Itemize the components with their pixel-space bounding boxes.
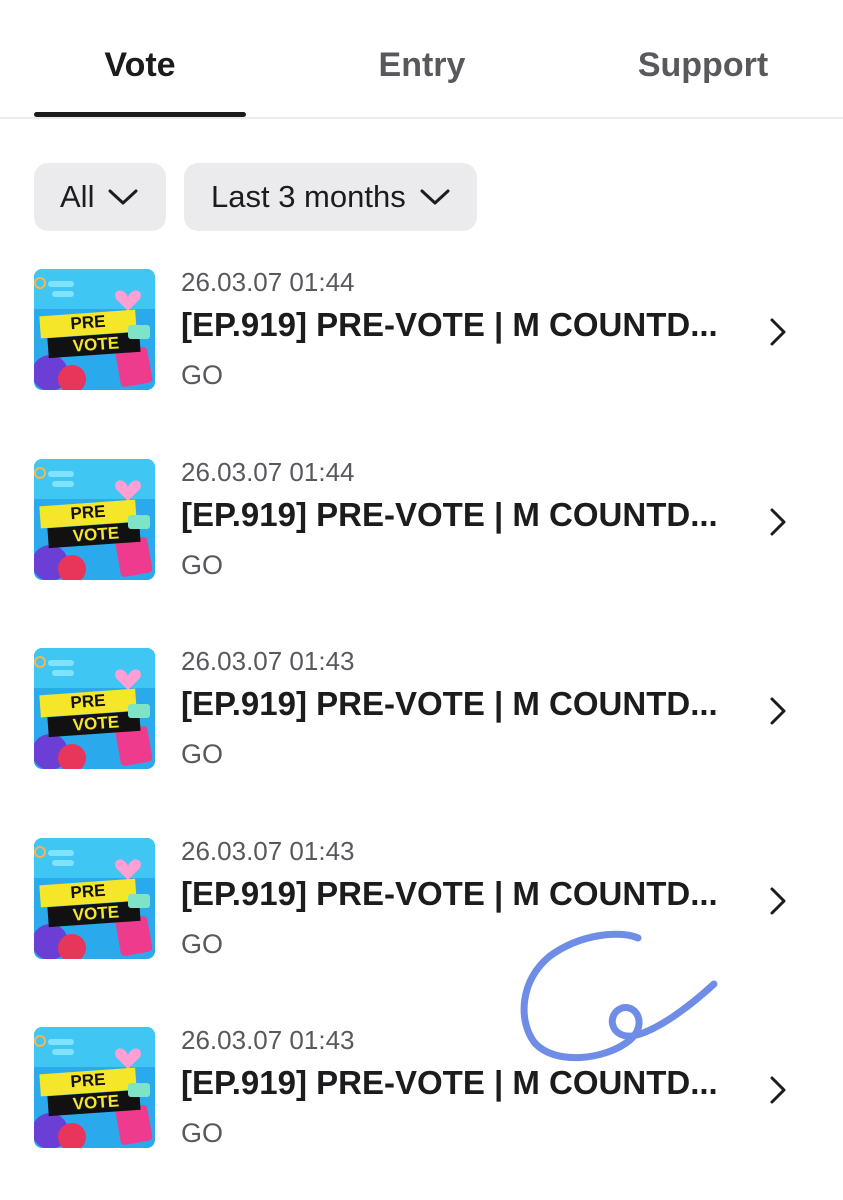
item-date: 26.03.07 01:44 — [181, 457, 355, 487]
item-status: GO — [181, 929, 224, 959]
item-date: 26.03.07 01:43 — [181, 836, 355, 866]
chevron-right-icon — [766, 315, 790, 349]
list-item[interactable]: PRE VOTE 26.03.07 01:44 [EP.919] PRE-VOTE… — [0, 430, 843, 590]
list-item[interactable]: PRE VOTE 26.03.07 01:44 [EP.919] PRE-VOTE… — [0, 240, 843, 400]
pre-vote-thumbnail: PRE VOTE — [34, 648, 155, 769]
list-item[interactable]: PRE VOTE 26.03.07 01:43 [EP.919] PRE-VOTE… — [0, 998, 843, 1158]
item-status: GO — [181, 739, 224, 769]
pre-vote-thumbnail: PRE VOTE — [34, 838, 155, 959]
chevron-down-icon — [108, 188, 138, 206]
chevron-right-icon — [766, 694, 790, 728]
item-date: 26.03.07 01:43 — [181, 1025, 355, 1055]
tab-bar: Vote Entry Support — [0, 0, 843, 119]
chevron-right-icon — [766, 505, 790, 539]
tab-entry[interactable]: Entry — [316, 40, 528, 90]
item-date: 26.03.07 01:43 — [181, 646, 355, 676]
item-status: GO — [181, 360, 224, 390]
item-title: [EP.919] PRE-VOTE | M COUNTD... — [181, 685, 718, 722]
tab-support[interactable]: Support — [597, 40, 809, 90]
period-filter-label: Last 3 months — [211, 179, 406, 214]
type-filter-dropdown[interactable]: All — [34, 163, 166, 231]
chevron-down-icon — [420, 188, 450, 206]
period-filter-dropdown[interactable]: Last 3 months — [184, 163, 477, 231]
item-status: GO — [181, 1118, 224, 1148]
tab-vote[interactable]: Vote — [34, 40, 246, 90]
item-title: [EP.919] PRE-VOTE | M COUNTD... — [181, 875, 718, 912]
list-item[interactable]: PRE VOTE 26.03.07 01:43 [EP.919] PRE-VOTE… — [0, 619, 843, 779]
type-filter-label: All — [60, 179, 95, 214]
item-title: [EP.919] PRE-VOTE | M COUNTD... — [181, 496, 718, 533]
item-title: [EP.919] PRE-VOTE | M COUNTD... — [181, 1064, 718, 1101]
item-title: [EP.919] PRE-VOTE | M COUNTD... — [181, 306, 718, 343]
chevron-right-icon — [766, 884, 790, 918]
pre-vote-thumbnail: PRE VOTE — [34, 269, 155, 390]
pre-vote-thumbnail: PRE VOTE — [34, 1027, 155, 1148]
active-tab-indicator — [34, 112, 246, 117]
chevron-right-icon — [766, 1073, 790, 1107]
pre-vote-thumbnail: PRE VOTE — [34, 459, 155, 580]
item-status: GO — [181, 550, 224, 580]
list-item[interactable]: PRE VOTE 26.03.07 01:43 [EP.919] PRE-VOTE… — [0, 809, 843, 969]
item-date: 26.03.07 01:44 — [181, 267, 355, 297]
